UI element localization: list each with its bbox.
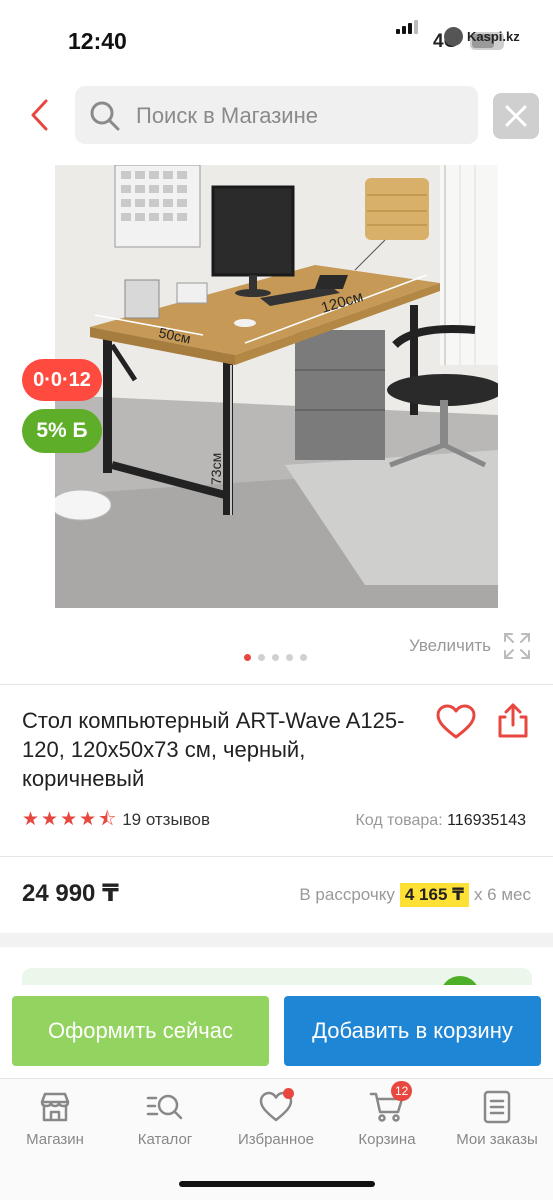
pagination-dot[interactable] [244, 654, 251, 661]
share-icon [498, 703, 528, 738]
tab-favorites[interactable]: Избранное [221, 1088, 331, 1148]
add-to-cart-button[interactable]: Добавить в корзину [284, 996, 541, 1066]
notification-dot [283, 1088, 294, 1099]
shop-icon [40, 1092, 70, 1122]
section-separator [0, 933, 553, 947]
cart-count-badge: 12 [391, 1081, 413, 1101]
header: Поиск в Магазине [0, 84, 553, 146]
pagination-dot[interactable] [272, 654, 279, 661]
close-button[interactable] [493, 93, 539, 139]
tab-label: Мои заказы [456, 1131, 538, 1148]
tab-label: Магазин [26, 1131, 84, 1148]
chevron-left-icon [31, 99, 48, 131]
expand-icon [504, 633, 530, 659]
catalog-search-icon [146, 1094, 183, 1120]
heart-outline-icon [436, 704, 476, 739]
close-icon [505, 105, 527, 127]
installment-prefix: В рассрочку [299, 885, 395, 904]
status-bar: 12:40 4G Kaspi.kz [0, 0, 553, 70]
zoom-label: Увеличить [409, 636, 491, 655]
tab-shop[interactable]: Магазин [0, 1089, 110, 1148]
product-image[interactable]: 50см 120см 73см [55, 165, 498, 608]
installment-suffix: x 6 мес [473, 885, 531, 904]
tab-catalog[interactable]: Каталог [110, 1089, 220, 1148]
sku-value: 116935143 [447, 812, 526, 829]
tab-orders[interactable]: Мои заказы [442, 1089, 552, 1148]
carrier-badge[interactable]: Kaspi.kz [444, 27, 520, 46]
installment-amount: 4 165 ₸ [399, 883, 469, 907]
star-icon: ★ [79, 809, 97, 830]
sku-label: Код товара: [355, 812, 443, 829]
tab-label: Каталог [137, 1131, 193, 1148]
divider [0, 684, 553, 685]
pagination-dot[interactable] [300, 654, 307, 661]
search-placeholder: Поиск в Магазине [136, 103, 318, 128]
action-bar: Оформить сейчас Добавить в корзину [0, 985, 553, 1077]
star-icon: ★ [60, 809, 78, 830]
height-label: 73см [208, 453, 224, 485]
installment-info[interactable]: В рассрочку 4 165 ₸ x 6 мес [299, 883, 531, 907]
desk-illustration: 50см 120см 73см [55, 165, 498, 608]
sku: Код товара: 116935143 [355, 812, 526, 830]
product-price: 24 990 ₸ [22, 880, 119, 907]
reviews-link[interactable]: 19 отзывов [122, 810, 210, 830]
star-icon: ★ [22, 809, 40, 830]
installment-badge: 0·0·12 [22, 359, 102, 401]
buy-now-button[interactable]: Оформить сейчас [12, 996, 269, 1066]
carrier-label: Kaspi.kz [467, 29, 520, 44]
gallery-pagination[interactable] [244, 654, 307, 661]
pagination-dot[interactable] [258, 654, 265, 661]
orders-icon [483, 1090, 511, 1124]
favorite-button[interactable] [436, 704, 476, 740]
rating-row[interactable]: ★ ★ ★ ★ ⯪ 19 отзывов [22, 810, 210, 830]
product-title: Стол компьютерный ART-Wave A125-120, 120… [22, 708, 405, 791]
search-icon [90, 101, 120, 131]
bonus-badge: 5% Б [22, 409, 102, 453]
rating-stars: ★ ★ ★ ★ ⯪ [22, 810, 116, 830]
share-button[interactable] [496, 703, 530, 739]
tab-label: Избранное [237, 1131, 315, 1148]
back-button[interactable] [28, 98, 54, 132]
divider [0, 856, 553, 857]
star-icon: ★ [41, 809, 59, 830]
zoom-button[interactable]: Увеличить [409, 633, 531, 659]
star-half-icon: ⯪ [98, 809, 117, 830]
kaspi-logo-icon [444, 27, 463, 46]
pagination-dot[interactable] [286, 654, 293, 661]
home-indicator[interactable] [179, 1181, 375, 1187]
tab-cart[interactable]: 12 Корзина [332, 1081, 442, 1148]
tab-label: Корзина [358, 1131, 416, 1148]
search-input[interactable]: Поиск в Магазине [75, 86, 478, 144]
status-time: 12:40 [68, 28, 127, 54]
